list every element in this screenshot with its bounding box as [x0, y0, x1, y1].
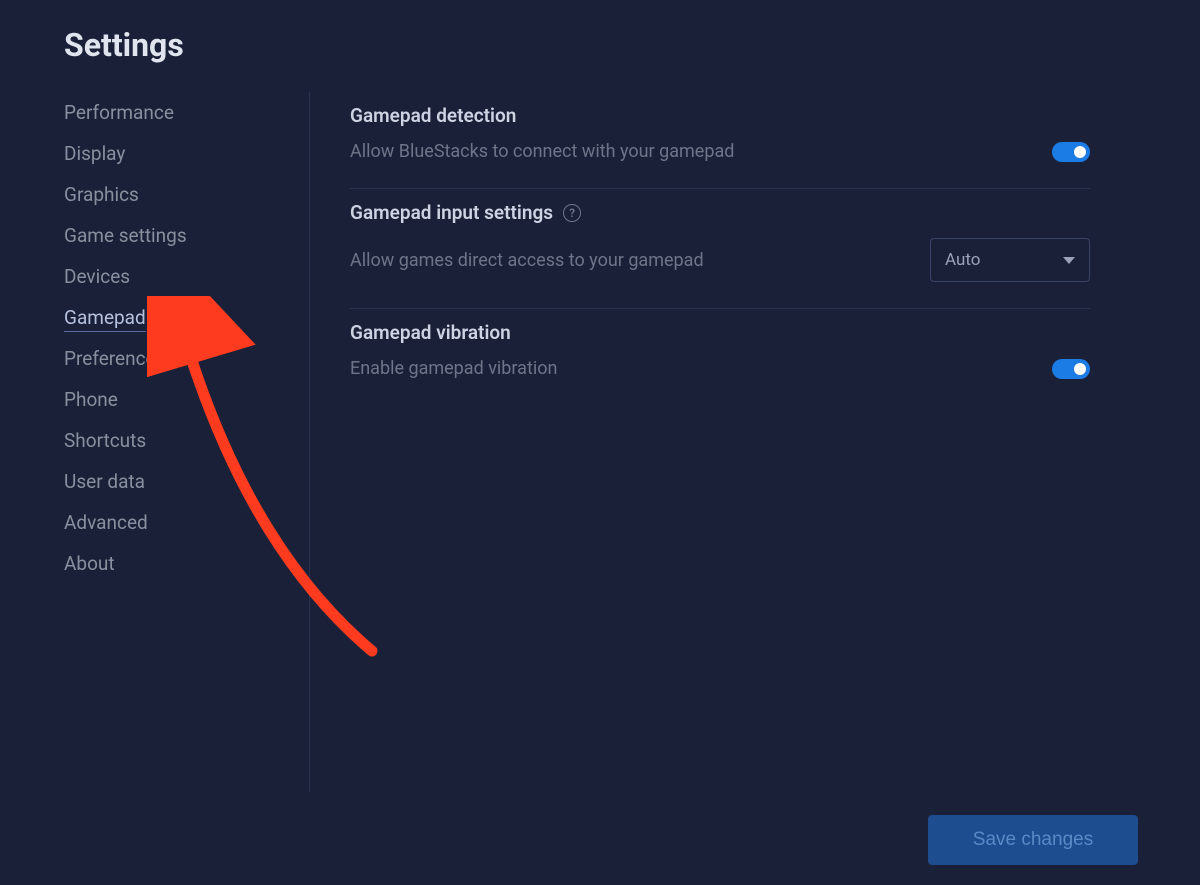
section-desc: Allow games direct access to your gamepa…: [350, 250, 704, 271]
settings-panel: Gamepad detection Allow BlueStacks to co…: [310, 92, 1200, 792]
sidebar-item-phone[interactable]: Phone: [64, 379, 309, 420]
sidebar-item-gamepad[interactable]: Gamepad: [64, 297, 309, 338]
sidebar-item-about[interactable]: About: [64, 543, 309, 584]
gamepad-vibration-toggle[interactable]: [1052, 359, 1090, 379]
sidebar-item-preferences[interactable]: Preferences: [64, 338, 309, 379]
sidebar-item-game-settings[interactable]: Game settings: [64, 215, 309, 256]
gamepad-detection-toggle[interactable]: [1052, 142, 1090, 162]
section-gamepad-detection: Gamepad detection Allow BlueStacks to co…: [350, 92, 1090, 189]
section-title: Gamepad input settings ?: [350, 201, 1090, 224]
sidebar-item-graphics[interactable]: Graphics: [64, 174, 309, 215]
section-desc: Enable gamepad vibration: [350, 358, 557, 379]
select-value: Auto: [945, 250, 980, 270]
sidebar-item-devices[interactable]: Devices: [64, 256, 309, 297]
sidebar-item-display[interactable]: Display: [64, 133, 309, 174]
sidebar-item-performance[interactable]: Performance: [64, 92, 309, 133]
section-desc: Allow BlueStacks to connect with your ga…: [350, 141, 734, 162]
sidebar-item-shortcuts[interactable]: Shortcuts: [64, 420, 309, 461]
sidebar-item-advanced[interactable]: Advanced: [64, 502, 309, 543]
section-gamepad-vibration: Gamepad vibration Enable gamepad vibrati…: [350, 309, 1090, 405]
settings-sidebar: Performance Display Graphics Game settin…: [0, 92, 310, 792]
sidebar-item-user-data[interactable]: User data: [64, 461, 309, 502]
section-gamepad-input-settings: Gamepad input settings ? Allow games dir…: [350, 189, 1090, 309]
section-title: Gamepad detection: [350, 104, 1090, 127]
section-title: Gamepad vibration: [350, 321, 1090, 344]
save-changes-button[interactable]: Save changes: [928, 815, 1138, 865]
page-title: Settings: [0, 0, 1200, 64]
chevron-down-icon: [1063, 257, 1075, 264]
gamepad-input-select[interactable]: Auto: [930, 238, 1090, 282]
help-icon[interactable]: ?: [563, 204, 581, 222]
